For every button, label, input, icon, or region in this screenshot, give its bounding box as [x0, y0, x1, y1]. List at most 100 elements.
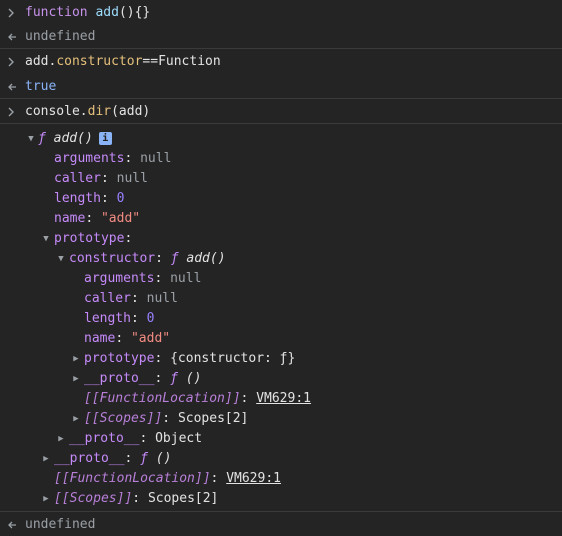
tree-node-collapsed[interactable]: ▶ __proto__: ƒ () [0, 369, 562, 389]
property-value: null [170, 271, 202, 286]
tree-property-row: caller: null [84, 291, 178, 306]
tree-node-constructor[interactable]: ▼ constructor: ƒ add() [0, 249, 562, 269]
collapse-triangle-icon[interactable]: ▶ [41, 489, 51, 509]
collapse-triangle-icon[interactable]: ▶ [56, 429, 66, 449]
function-glyph: ƒ [170, 251, 179, 266]
property-key: length [84, 311, 131, 326]
property-value: {constructor: ƒ} [170, 351, 296, 366]
property-value: Scopes[2] [177, 411, 249, 426]
entry-divider [0, 123, 562, 124]
property-key: name [84, 331, 116, 346]
entry-divider [0, 48, 562, 49]
tree-node-label: ƒ add() i [38, 129, 112, 149]
function-glyph: ƒ [170, 371, 178, 386]
console-input-row[interactable]: console.dir(add) [0, 102, 562, 122]
prompt-chevron-icon [6, 3, 18, 23]
property-key: constructor [69, 251, 156, 266]
object-token: console [25, 104, 80, 119]
punctuation-token: (add) [111, 104, 151, 119]
return-arrow-icon [6, 515, 18, 535]
property-key: [[Scopes]] [84, 411, 163, 426]
expand-triangle-icon[interactable]: ▼ [26, 129, 36, 149]
property-value: () [155, 451, 172, 466]
property-key: name [54, 211, 86, 226]
console-input-text: console.dir(add) [25, 102, 150, 122]
tree-node-collapsed[interactable]: ▶ prototype: {constructor: ƒ} [0, 349, 562, 369]
property-value: Object [155, 431, 203, 446]
punctuation-token: . [79, 104, 88, 119]
property-key: prototype [54, 231, 125, 246]
tree-node-collapsed[interactable]: ▶ __proto__: ƒ () [0, 449, 562, 469]
tree-node-root[interactable]: ▼ ƒ add() i [0, 129, 562, 149]
source-link[interactable]: VM629:1 [256, 391, 311, 406]
property-key: [[Scopes]] [54, 491, 133, 506]
console-input-text: add.constructor==Function [25, 52, 221, 72]
console-output-value: undefined [25, 517, 96, 532]
tree-property-row: arguments: null [84, 271, 202, 286]
property-value: 0 [116, 191, 125, 206]
tree-property-row: [[FunctionLocation]]: VM629:1 [54, 471, 281, 486]
console-output-value: undefined [25, 29, 96, 44]
tree-property-row: length: 0 [84, 311, 155, 326]
property-value: () [185, 371, 202, 386]
property-key: __proto__ [84, 371, 155, 386]
tree-node-collapsed[interactable]: ▶ [[Scopes]]: Scopes[2] [0, 489, 562, 509]
object-token: add [25, 54, 49, 69]
console-output-value: true [25, 79, 57, 94]
tree-property-row: name: "add" [54, 211, 141, 226]
property-key: caller [84, 291, 131, 306]
collapse-triangle-icon[interactable]: ▶ [41, 449, 51, 469]
console-input-row[interactable]: add.constructor==Function [0, 52, 562, 72]
property-value: Scopes[2] [147, 491, 219, 506]
collapse-triangle-icon[interactable]: ▶ [71, 349, 81, 369]
tree-node-collapsed[interactable]: ▶ __proto__: Object [0, 429, 562, 449]
expand-triangle-icon[interactable]: ▼ [56, 249, 66, 269]
property-key: caller [54, 171, 101, 186]
property-value: "add" [130, 331, 171, 346]
info-icon[interactable]: i [98, 132, 112, 145]
console-input-row[interactable]: function add(){} [0, 3, 562, 23]
method-token: dir [87, 104, 112, 119]
collapse-triangle-icon[interactable]: ▶ [71, 409, 81, 429]
entry-divider [0, 98, 562, 99]
collapse-triangle-icon[interactable]: ▶ [71, 369, 81, 389]
property-key: arguments [54, 151, 125, 166]
property-value: "add" [100, 211, 141, 226]
function-signature: add() [186, 251, 226, 266]
source-link[interactable]: VM629:1 [226, 471, 281, 486]
punctuation-token: (){} [118, 5, 151, 20]
entry-divider [0, 511, 562, 512]
prompt-chevron-icon [6, 102, 18, 122]
identifier-token: Function [158, 54, 221, 69]
property-key: [[FunctionLocation]] [84, 391, 241, 406]
tree-node-collapsed[interactable]: ▶ [[Scopes]]: Scopes[2] [0, 409, 562, 429]
tree-property-row: [[FunctionLocation]]: VM629:1 [84, 391, 311, 406]
property-key: __proto__ [69, 431, 140, 446]
console-output-row: undefined [0, 27, 562, 47]
property-key: arguments [84, 271, 155, 286]
property-value: null [146, 291, 178, 306]
property-token: constructor [56, 54, 143, 69]
property-value: 0 [146, 311, 155, 326]
function-glyph: ƒ [140, 451, 148, 466]
console-output-row: undefined [0, 515, 562, 535]
property-value: null [116, 171, 148, 186]
property-key: __proto__ [54, 451, 125, 466]
function-name-token: add [95, 5, 119, 20]
tree-property-row: caller: null [54, 171, 148, 186]
property-value: null [140, 151, 172, 166]
tree-node-prototype[interactable]: ▼ prototype: [0, 229, 562, 249]
devtools-console: function add(){} undefined add.construct… [0, 0, 562, 536]
prompt-chevron-icon [6, 52, 18, 72]
property-key: [[FunctionLocation]] [54, 471, 211, 486]
property-key: prototype [84, 351, 155, 366]
expand-triangle-icon[interactable]: ▼ [41, 229, 51, 249]
return-arrow-icon [6, 77, 18, 97]
tree-property-row: length: 0 [54, 191, 125, 206]
property-key: length [54, 191, 101, 206]
tree-property-row: arguments: null [54, 151, 172, 166]
tree-property-row: name: "add" [84, 331, 171, 346]
function-signature: add() [53, 131, 93, 146]
function-glyph: ƒ [38, 131, 46, 146]
console-input-text: function add(){} [25, 3, 150, 23]
